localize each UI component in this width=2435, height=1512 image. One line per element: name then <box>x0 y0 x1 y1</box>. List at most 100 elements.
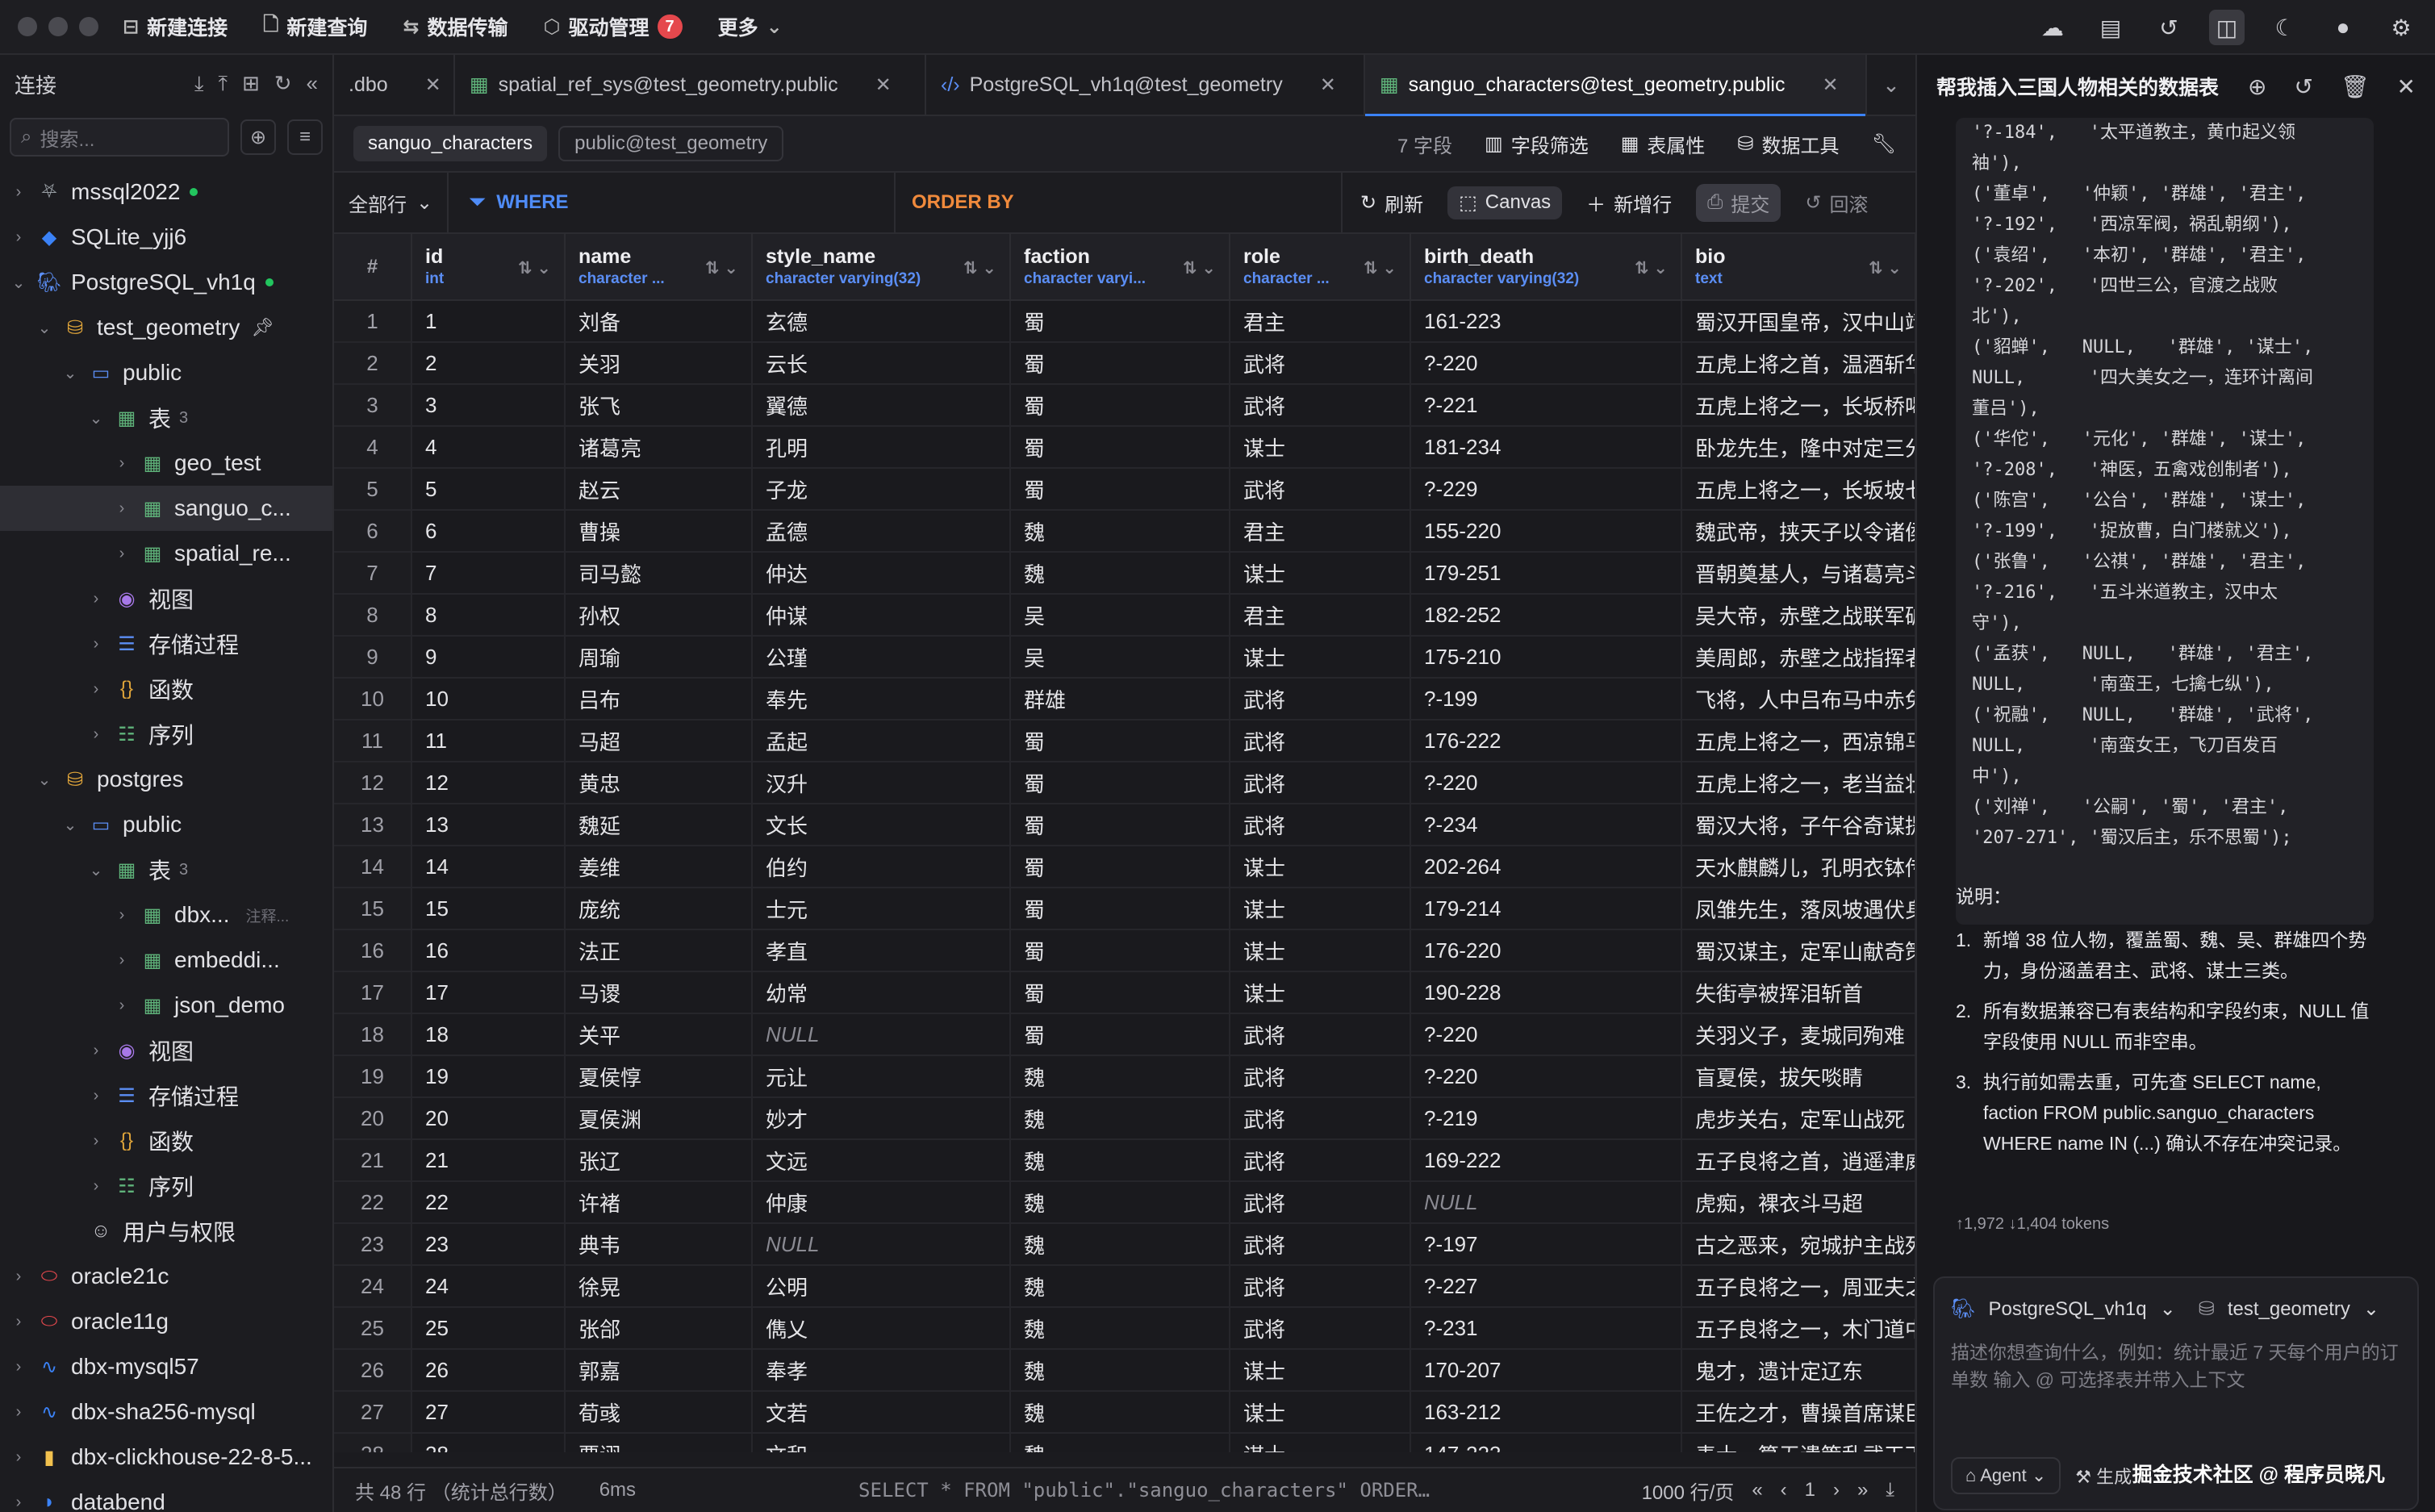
chevron-down-icon[interactable]: ⌄ <box>87 860 105 880</box>
table-row[interactable]: 25 25 张郃 儁乂魏武将 ?-231 五子良将之一，木门道中 <box>334 1307 1915 1350</box>
cell-name[interactable]: 司马懿 <box>565 552 753 595</box>
chevron-right-icon[interactable]: › <box>87 680 105 699</box>
cell-role[interactable]: 谋士 <box>1230 552 1411 595</box>
sort-icon[interactable]: ⇅ ⌄ <box>705 258 738 278</box>
cell-id[interactable]: 9 <box>411 636 566 679</box>
cell-faction[interactable]: 魏 <box>1010 1055 1230 1098</box>
cell-role[interactable]: 武将 <box>1230 1265 1411 1308</box>
data-tools-button[interactable]: ⛁ 数据工具 <box>1737 130 1839 158</box>
cell-id[interactable]: 25 <box>411 1307 566 1350</box>
tree-item[interactable]: › {} 函数 <box>0 1118 332 1163</box>
cell-role[interactable]: 君主 <box>1230 510 1411 553</box>
chevron-right-icon[interactable]: › <box>10 1268 27 1286</box>
ai-assistant-icon[interactable]: ◫ <box>2209 10 2245 45</box>
tree-item[interactable]: › ⬭ oracle11g <box>0 1299 332 1344</box>
cell-name[interactable]: 刘备 <box>565 300 753 343</box>
cell-role[interactable]: 武将 <box>1230 342 1411 385</box>
tree-item[interactable]: › ▦ geo_test <box>0 441 332 486</box>
table-row[interactable]: 6 6 曹操 孟德魏君主 155-220 魏武帝，挟天子以令诸侯 <box>334 510 1915 553</box>
cell-role[interactable]: 谋士 <box>1230 846 1411 888</box>
tree-item[interactable]: › ◉ 视图 <box>0 576 332 621</box>
chevron-right-icon[interactable]: › <box>87 725 105 744</box>
cell-name[interactable]: 夏侯惇 <box>565 1055 753 1098</box>
cell-faction[interactable]: 蜀 <box>1010 888 1230 930</box>
cell-style_name[interactable]: 仲康 <box>752 1181 1011 1224</box>
cell-id[interactable]: 4 <box>411 426 566 469</box>
tab-overflow-chevron-icon[interactable]: ⌄ <box>1867 55 1915 115</box>
cell-style_name[interactable]: 士元 <box>752 888 1011 930</box>
cell-name[interactable]: 庞统 <box>565 888 753 930</box>
cell-birth_death[interactable]: ?-197 <box>1410 1223 1682 1266</box>
import-icon[interactable]: ⤓ <box>194 71 204 97</box>
sidebar-search-input[interactable]: ⌕ 搜索... <box>10 118 229 157</box>
cell-id[interactable]: 21 <box>411 1139 566 1182</box>
chevron-right-icon[interactable]: › <box>10 183 27 202</box>
chevron-right-icon[interactable]: › <box>87 635 105 654</box>
cell-role[interactable]: 君主 <box>1230 594 1411 637</box>
cell-id[interactable]: 2 <box>411 342 566 385</box>
export-icon[interactable]: ⤒ <box>218 71 228 97</box>
cell-faction[interactable]: 蜀 <box>1010 846 1230 888</box>
cell-name[interactable]: 周瑜 <box>565 636 753 679</box>
cell-style_name[interactable]: 文若 <box>752 1391 1011 1434</box>
cell-bio[interactable]: 五虎上将之首，温酒斩华 <box>1681 342 1915 385</box>
cell-faction[interactable]: 吴 <box>1010 594 1230 637</box>
cell-id[interactable]: 13 <box>411 804 566 846</box>
cell-name[interactable]: 法正 <box>565 929 753 972</box>
cell-bio[interactable]: 蜀汉谋主，定军山献奇策 <box>1681 929 1915 972</box>
cell-bio[interactable]: 五子良将之一，周亚夫之 <box>1681 1265 1915 1308</box>
data-transfer-button[interactable]: ⇆ 数据传输 <box>403 12 507 41</box>
cell-style_name[interactable]: 公瑾 <box>752 636 1011 679</box>
cell-birth_death[interactable]: 163-212 <box>1410 1391 1682 1434</box>
tab-dbo[interactable]: .dbo ✕ <box>334 55 455 115</box>
cell-id[interactable]: 20 <box>411 1097 566 1140</box>
cell-role[interactable]: 武将 <box>1230 1139 1411 1182</box>
cell-birth_death[interactable]: ?-199 <box>1410 678 1682 720</box>
download-icon[interactable]: ⤓ <box>1886 1479 1894 1502</box>
cell-style_name[interactable]: 文长 <box>752 804 1011 846</box>
cell-faction[interactable]: 魏 <box>1010 1223 1230 1266</box>
cell-style_name[interactable]: 孟起 <box>752 720 1011 762</box>
cell-bio[interactable]: 五子良将之首，逍遥津威 <box>1681 1139 1915 1182</box>
table-row[interactable]: 15 15 庞统 士元蜀谋士 179-214 凤雏先生，落凤坡遇伏身 <box>334 888 1915 930</box>
cell-role[interactable]: 武将 <box>1230 384 1411 427</box>
table-row[interactable]: 12 12 黄忠 汉升蜀武将 ?-220 五虎上将之一，老当益壮 <box>334 762 1915 804</box>
chevron-right-icon[interactable]: › <box>113 454 131 473</box>
page-size-select[interactable]: 1000 行/页 <box>1642 1476 1735 1505</box>
cell-bio[interactable]: 飞将，人中吕布马中赤兔 <box>1681 678 1915 720</box>
close-icon[interactable]: ✕ <box>2397 73 2416 100</box>
cell-faction[interactable]: 蜀 <box>1010 1013 1230 1056</box>
last-page-icon[interactable]: » <box>1857 1479 1868 1502</box>
column-header-bio[interactable]: bio text ⇅ ⌄ <box>1681 234 1915 301</box>
theme-moon-icon[interactable]: ☾ <box>2267 10 2303 45</box>
tree-item[interactable]: › ◆ SQLite_yjj6 <box>0 215 332 260</box>
cell-style_name[interactable]: 妙才 <box>752 1097 1011 1140</box>
sort-icon[interactable]: ⇅ ⌄ <box>963 258 996 278</box>
tree-item[interactable]: ⌄ ▭ public <box>0 350 332 395</box>
cell-style_name[interactable]: 公明 <box>752 1265 1011 1308</box>
where-input[interactable]: ⏷ WHERE <box>449 173 896 232</box>
chevron-down-icon[interactable]: ⌄ <box>36 770 53 790</box>
chevron-right-icon[interactable]: › <box>10 228 27 247</box>
cloud-sync-icon[interactable]: ☁ <box>2035 10 2070 45</box>
cell-name[interactable]: 魏延 <box>565 804 753 846</box>
cell-role[interactable]: 武将 <box>1230 762 1411 804</box>
cell-birth_death[interactable]: NULL <box>1410 1181 1682 1224</box>
chevron-right-icon[interactable]: › <box>87 1177 105 1196</box>
table-row[interactable]: 8 8 孙权 仲谋吴君主 182-252 吴大帝，赤壁之战联军破 <box>334 594 1915 637</box>
cell-bio[interactable]: 古之恶来，宛城护主战死 <box>1681 1223 1915 1266</box>
cell-bio[interactable]: 虎步关右，定军山战死 <box>1681 1097 1915 1140</box>
new-query-button[interactable]: 🗋 新建查询 <box>263 10 367 44</box>
table-row[interactable]: 22 22 许褚 仲康魏武将 NULL 虎痴，裸衣斗马超 <box>334 1181 1915 1224</box>
column-header-style_name[interactable]: style_name character varying(32) ⇅ ⌄ <box>752 234 1011 301</box>
cell-faction[interactable]: 蜀 <box>1010 720 1230 762</box>
cell-bio[interactable]: 毒士，算无遗策乱武天下 <box>1681 1433 1915 1452</box>
cell-birth_death[interactable]: 161-223 <box>1410 300 1682 343</box>
cell-name[interactable]: 黄忠 <box>565 762 753 804</box>
cell-id[interactable]: 8 <box>411 594 566 637</box>
cell-style_name[interactable]: 仲达 <box>752 552 1011 595</box>
cell-style_name[interactable]: 孟德 <box>752 510 1011 553</box>
cell-bio[interactable]: 五虎上将之一，长坂坡七 <box>1681 468 1915 511</box>
cell-bio[interactable]: 五虎上将之一，老当益壮 <box>1681 762 1915 804</box>
cell-name[interactable]: 孙权 <box>565 594 753 637</box>
